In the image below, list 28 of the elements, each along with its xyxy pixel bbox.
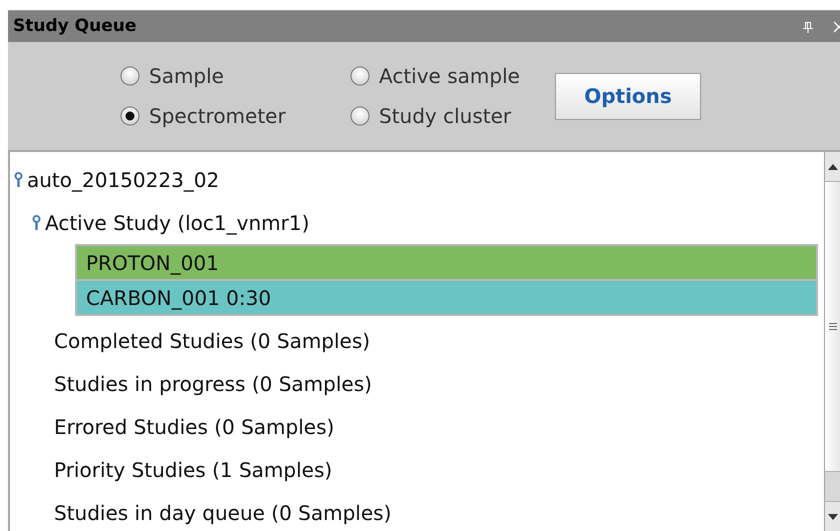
radio-button[interactable]	[350, 106, 370, 126]
pin-icon[interactable]	[802, 20, 814, 32]
scrollbar[interactable]	[824, 152, 840, 531]
key-icon	[14, 172, 23, 187]
tree-node[interactable]: Studies in progress (0 Samples)	[54, 368, 372, 398]
radio-label[interactable]: Spectrometer	[149, 101, 286, 131]
radio-button[interactable]	[120, 66, 140, 86]
tree-node[interactable]: Studies in day queue (0 Samples)	[54, 498, 392, 528]
radio-label[interactable]: Study cluster	[379, 101, 512, 131]
scroll-thumb[interactable]	[825, 182, 840, 472]
tree-node[interactable]: auto_20150223_02	[27, 164, 220, 194]
tree-node[interactable]: Errored Studies (0 Samples)	[54, 412, 334, 442]
grip-icon	[828, 323, 836, 330]
radio-button[interactable]	[350, 66, 370, 86]
up-arrow-icon[interactable]	[828, 164, 838, 170]
radio-label[interactable]: Sample	[149, 61, 224, 91]
close-icon[interactable]	[834, 20, 840, 32]
study-entry[interactable]: PROTON_001	[75, 244, 818, 281]
tree-node[interactable]: Active Study (loc1_vnmr1)	[45, 208, 310, 238]
study-entry[interactable]: CARBON_001 0:30	[75, 279, 818, 316]
down-arrow-icon[interactable]	[828, 514, 838, 520]
options-button[interactable]: Options	[555, 72, 701, 120]
tree-node[interactable]: Priority Studies (1 Samples)	[54, 454, 332, 484]
radio-button[interactable]	[120, 106, 140, 126]
key-icon	[32, 215, 41, 230]
radio-label[interactable]: Active sample	[379, 61, 520, 91]
tree-node[interactable]: Completed Studies (0 Samples)	[54, 326, 370, 356]
window-title: Study Queue	[13, 14, 136, 38]
